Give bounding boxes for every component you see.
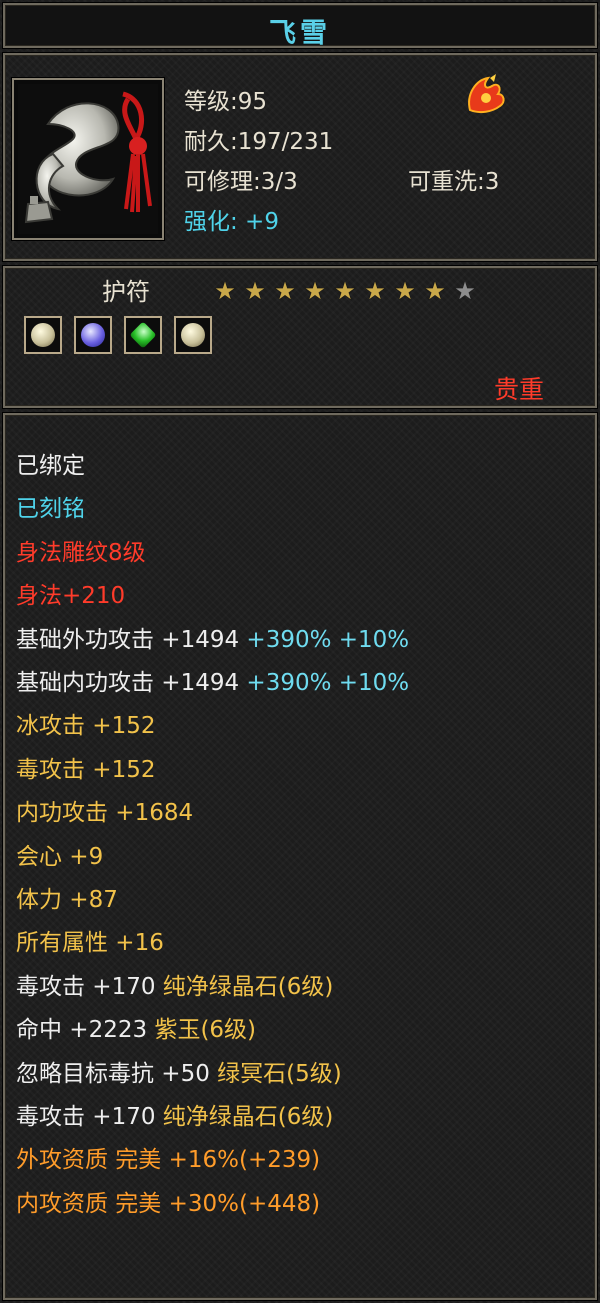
attribute-text: 所有属性 +16 bbox=[16, 930, 164, 957]
white-gem-icon bbox=[174, 316, 213, 354]
item-repair-count: 可修理:3/3 bbox=[184, 169, 298, 195]
star-rating: ★ ★ ★ ★ ★ ★ ★ ★ ★ bbox=[212, 278, 482, 304]
attribute-line: 内功攻击 +1684 bbox=[16, 793, 193, 827]
purple-gem-icon bbox=[74, 316, 113, 354]
title-bar: 飞雪 bbox=[3, 3, 597, 49]
attribute-extra: +390% +10% bbox=[239, 626, 410, 653]
attribute-line: 冰攻击 +152 bbox=[16, 706, 155, 740]
attribute-line: 基础外功攻击 +1494 +390% +10% bbox=[16, 620, 409, 654]
attribute-line: 忽略目标毒抗 +50 绿冥石(5级) bbox=[16, 1054, 342, 1088]
item-portrait bbox=[11, 77, 165, 241]
attribute-line: 体力 +87 bbox=[16, 880, 118, 914]
attribute-line: 内攻资质 完美 +30%(+448) bbox=[16, 1184, 320, 1218]
star-icon: ★ bbox=[334, 277, 356, 305]
attribute-line: 所有属性 +16 bbox=[16, 923, 164, 957]
attribute-extra: 紫玉(6级) bbox=[154, 1017, 257, 1044]
attribute-line: 已绑定 bbox=[16, 446, 85, 480]
star-icon: ★ bbox=[424, 277, 446, 305]
attribute-text: 基础内功攻击 +1494 bbox=[16, 670, 240, 696]
attribute-text: 会心 +9 bbox=[16, 843, 104, 870]
item-type: 护符 bbox=[102, 278, 150, 306]
attribute-text: 冰攻击 +152 bbox=[16, 713, 156, 740]
attribute-text: 基础外功攻击 +1494 bbox=[16, 626, 240, 653]
star-icon: ★ bbox=[304, 277, 326, 305]
star-icon: ★ bbox=[364, 277, 386, 305]
jade-talisman-icon bbox=[18, 84, 158, 234]
attribute-line: 毒攻击 +152 bbox=[16, 750, 155, 784]
attribute-line: 会心 +9 bbox=[16, 837, 103, 871]
item-name: 飞雪 bbox=[269, 18, 331, 49]
item-tooltip: 飞雪 等级:95 耐久:197/231 可修理:3/3 可重洗:3 强化: +9 bbox=[0, 0, 600, 1303]
attribute-line: 毒攻击 +170 纯净绿晶石(6级) bbox=[16, 1097, 333, 1131]
attribute-extra: 绿冥石(5级) bbox=[217, 1060, 342, 1087]
item-durability: 耐久:197/231 bbox=[184, 129, 334, 155]
attribute-extra: +390% +10% bbox=[239, 670, 410, 696]
attribute-text: 已刻铭 bbox=[16, 496, 85, 523]
attribute-line: 外攻资质 完美 +16%(+239) bbox=[16, 1140, 320, 1174]
star-icon: ★ bbox=[274, 277, 296, 305]
attribute-text: 身法+210 bbox=[16, 583, 126, 610]
attribute-extra: 纯净绿晶石(6级) bbox=[162, 1104, 334, 1130]
item-enhance-level: 强化: +9 bbox=[184, 209, 279, 235]
attribute-line: 毒攻击 +170 纯净绿晶石(6级) bbox=[16, 967, 333, 1001]
attribute-text: 毒攻击 +170 bbox=[16, 1104, 163, 1130]
item-rewash-count: 可重洗:3 bbox=[408, 169, 500, 195]
star-icon: ★ bbox=[244, 277, 266, 305]
attribute-text: 外攻资质 完美 +16%(+239) bbox=[16, 1147, 321, 1174]
attribute-text: 内功攻击 +1684 bbox=[16, 800, 194, 827]
item-level: 等级:95 bbox=[184, 89, 268, 115]
green-gem-icon bbox=[124, 316, 163, 354]
attribute-text: 命中 +2223 bbox=[16, 1017, 155, 1044]
phoenix-badge-icon bbox=[462, 72, 508, 118]
star-icon: ★ bbox=[214, 277, 236, 305]
attribute-text: 毒攻击 +170 bbox=[16, 973, 163, 1000]
white-gem-icon bbox=[24, 316, 62, 354]
attribute-line: 基础内功攻击 +1494 +390% +10% bbox=[16, 663, 409, 697]
star-icon: ★ bbox=[454, 277, 476, 305]
attribute-text: 已绑定 bbox=[16, 453, 85, 479]
attribute-line: 已刻铭 bbox=[16, 489, 85, 523]
gem-slots bbox=[24, 316, 219, 354]
attribute-line: 身法+210 bbox=[16, 576, 125, 610]
star-icon: ★ bbox=[394, 277, 416, 305]
attribute-text: 体力 +87 bbox=[16, 887, 118, 913]
attribute-extra: 纯净绿晶石(6级) bbox=[162, 973, 334, 1000]
rarity-label: 贵重 bbox=[494, 375, 545, 404]
attribute-text: 内攻资质 完美 +30%(+448) bbox=[16, 1190, 321, 1217]
attribute-text: 忽略目标毒抗 +50 bbox=[16, 1060, 218, 1087]
attribute-line: 身法雕纹8级 bbox=[16, 533, 146, 567]
attribute-text: 毒攻击 +152 bbox=[16, 756, 156, 783]
attribute-line: 命中 +2223 紫玉(6级) bbox=[16, 1010, 256, 1044]
attribute-text: 身法雕纹8级 bbox=[16, 539, 146, 566]
